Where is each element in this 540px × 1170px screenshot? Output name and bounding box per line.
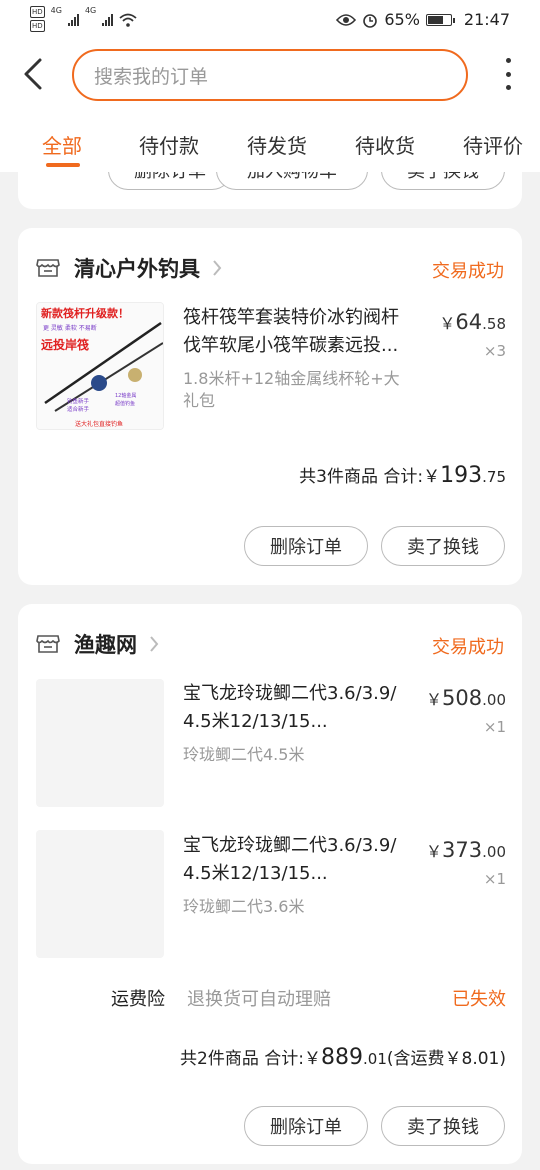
tab-pending-shipment[interactable]: 待发货	[247, 130, 307, 159]
tab-all[interactable]: 全部	[42, 130, 82, 159]
tab-pending-review[interactable]: 待评价	[463, 130, 523, 159]
hd-badge-1: HD	[30, 6, 45, 18]
product-quantity: ×3	[483, 342, 506, 360]
shop-link[interactable]: 清心户外钓具	[36, 250, 222, 286]
product-image[interactable]	[36, 830, 164, 958]
tab-pending-payment[interactable]: 待付款	[139, 130, 199, 159]
order-status: 交易成功	[432, 261, 504, 282]
order-total: 共2件商品 合计:￥889.01(含运费￥8.01)	[180, 1045, 506, 1070]
insurance-label: 运费险	[111, 989, 165, 1010]
thumb-headline: 新款筏杆升级款！	[41, 306, 129, 320]
thumb-tag: 远投岸筏	[41, 337, 89, 352]
alarm-icon	[363, 13, 378, 28]
shop-name: 渔趣网	[74, 633, 137, 657]
battery-icon	[425, 13, 455, 26]
chevron-right-icon	[213, 260, 222, 276]
shop-icon	[36, 259, 60, 277]
network-type-2: 4G	[84, 6, 97, 15]
wifi-icon	[119, 13, 137, 27]
tab-pending-receipt[interactable]: 待收货	[355, 130, 415, 159]
resell-button[interactable]: 卖了换钱	[381, 172, 505, 190]
product-sku: 1.8米杆+12轴金属线杯轮+大礼包	[183, 369, 400, 410]
thumb-bottom: 送大礼包直接钓鱼	[75, 420, 123, 428]
search-placeholder: 搜索我的订单	[94, 65, 209, 88]
status-bar: HD HD 4G 4G 65% 21:47	[0, 0, 540, 40]
thumb-t2: 超值钓鱼	[115, 400, 135, 407]
active-tab-indicator	[46, 163, 80, 167]
status-bar-right: 65% 21:47	[336, 10, 510, 29]
thumb-t3: 钓鱼新手	[67, 397, 90, 405]
order-status: 交易成功	[432, 637, 504, 658]
product-title[interactable]: 筏杆筏竿套装特价冰钓阀杆伐竿软尾小筏竿碳素远投...	[183, 304, 405, 360]
thumb-sub: 更 灵敏 柔软 不易断	[43, 324, 97, 332]
delete-order-button[interactable]: 删除订单	[244, 1106, 368, 1146]
network-type-1: 4G	[50, 6, 62, 15]
back-arrow-icon	[24, 58, 42, 90]
shop-icon	[36, 635, 60, 653]
thumb-t1: 12轴金属	[115, 392, 136, 399]
product-price: ￥373.00	[426, 838, 506, 862]
insurance-status: 已失效	[452, 989, 506, 1010]
product-image[interactable]: 新款筏杆升级款！ 更 灵敏 柔软 不易断 远投岸筏 12轴金属 超值钓鱼 钓鱼新…	[36, 302, 164, 430]
more-vertical-icon	[505, 58, 511, 63]
add-to-cart-button[interactable]: 加入购物车	[216, 172, 368, 190]
order-card: 清心户外钓具 交易成功 新款筏杆升级款！ 更 灵敏 柔软 不易断 远投岸筏 12…	[18, 228, 522, 585]
more-options-button[interactable]	[504, 58, 512, 90]
back-button[interactable]	[18, 54, 50, 94]
chevron-right-icon	[150, 636, 159, 652]
product-title[interactable]: 宝飞龙玲珑鲫二代3.6/3.9/4.5米12/13/15...	[183, 680, 405, 736]
product-price: ￥508.00	[426, 686, 506, 710]
signal-icon-2	[102, 14, 114, 26]
battery-percent: 65%	[384, 10, 420, 29]
product-title[interactable]: 宝飞龙玲珑鲫二代3.6/3.9/4.5米12/13/15...	[183, 832, 405, 888]
hd-badge-2: HD	[30, 20, 45, 32]
fishing-rod-image: 新款筏杆升级款！ 更 灵敏 柔软 不易断 远投岸筏 12轴金属 超值钓鱼 钓鱼新…	[37, 303, 163, 429]
signal-icon-1	[67, 14, 79, 26]
thumb-t4: 适合新手	[67, 405, 90, 413]
search-input[interactable]: 搜索我的订单	[72, 49, 468, 101]
product-sku: 玲珑鲫二代3.6米	[183, 897, 305, 916]
product-price: ￥64.58	[439, 310, 506, 334]
order-card: 渔趣网 交易成功 宝飞龙玲珑鲫二代3.6/3.9/4.5米12/13/15...…	[18, 604, 522, 1164]
status-bar-left: HD HD 4G 4G	[30, 6, 137, 34]
product-quantity: ×1	[483, 870, 506, 888]
clock: 21:47	[463, 10, 510, 29]
hd-badges: HD HD	[30, 6, 45, 34]
product-sku: 玲珑鲫二代4.5米	[183, 745, 305, 764]
product-quantity: ×1	[483, 718, 506, 736]
delete-order-button[interactable]: 删除订单	[108, 172, 232, 190]
shop-name: 清心户外钓具	[74, 257, 200, 281]
eye-comfort-icon	[336, 13, 357, 26]
delete-order-button[interactable]: 删除订单	[244, 526, 368, 566]
header: 搜索我的订单	[0, 40, 540, 110]
resell-button[interactable]: 卖了换钱	[381, 1106, 505, 1146]
order-total: 共3件商品 合计:￥193.75	[299, 463, 506, 488]
insurance-desc: 退换货可自动理赔	[187, 989, 331, 1010]
product-image[interactable]	[36, 679, 164, 807]
resell-button[interactable]: 卖了换钱	[381, 526, 505, 566]
previous-order-card: 删除订单 加入购物车 卖了换钱	[18, 172, 522, 209]
shop-link[interactable]: 渔趣网	[36, 626, 159, 662]
order-tabs: 全部 待付款 待发货 待收货 待评价	[0, 110, 540, 172]
